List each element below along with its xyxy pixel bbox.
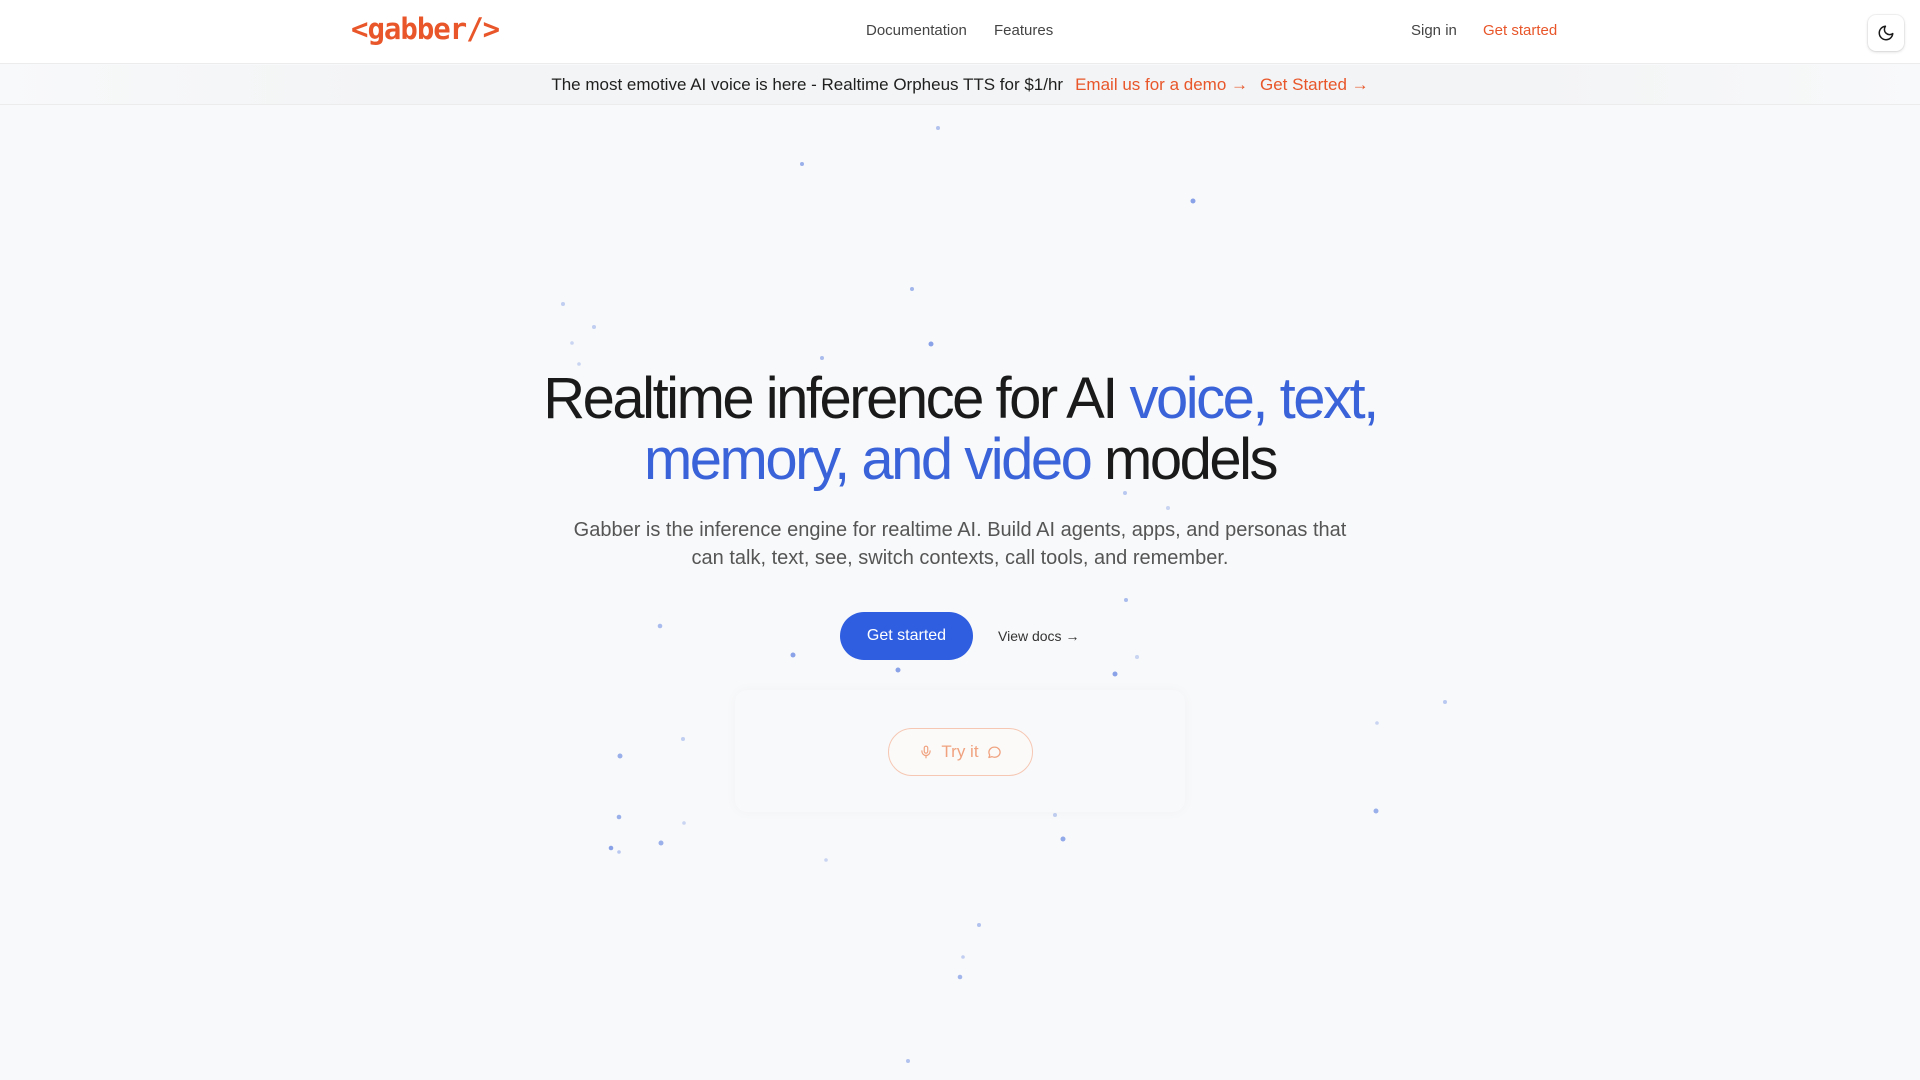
email-demo-link[interactable]: Email us for a demo → [1075,75,1248,95]
try-it-button[interactable]: Try it [888,728,1033,776]
banner-text: The most emotive AI voice is here - Real… [551,74,1064,94]
banner-get-started-link[interactable]: Get Started → [1260,75,1369,95]
gabber-logo[interactable]: <gabber/> [351,12,500,46]
hero-subtitle: Gabber is the inference engine for realt… [573,519,1347,569]
hero-title-accent2: memory, and video [643,427,1093,492]
hero-title-accent1: voice, text, [1129,366,1379,431]
hero-title-part1: Realtime inference for AI [543,366,1130,431]
header-get-started-link[interactable]: Get started [1483,22,1557,39]
sign-in-link[interactable]: Sign in [1411,22,1457,39]
try-it-label: Try it [941,742,979,761]
announcement-banner: The most emotive AI voice is here - Real… [0,65,1920,105]
get-started-button[interactable]: Get started [840,612,973,660]
nav-features[interactable]: Features [994,22,1053,39]
chat-bubble-icon [987,746,1001,758]
moon-icon [1878,25,1894,41]
top-navbar: <gabber/> Documentation Features Sign in… [0,0,1920,64]
nav-documentation[interactable]: Documentation [866,22,967,39]
microphone-icon [921,745,932,759]
view-docs-link[interactable]: View docs → [998,628,1079,644]
hero-title-part2: models [1090,427,1278,492]
theme-toggle-button[interactable] [1868,15,1904,51]
hero-title: Realtime inference for AI voice, text, m… [0,368,1920,490]
